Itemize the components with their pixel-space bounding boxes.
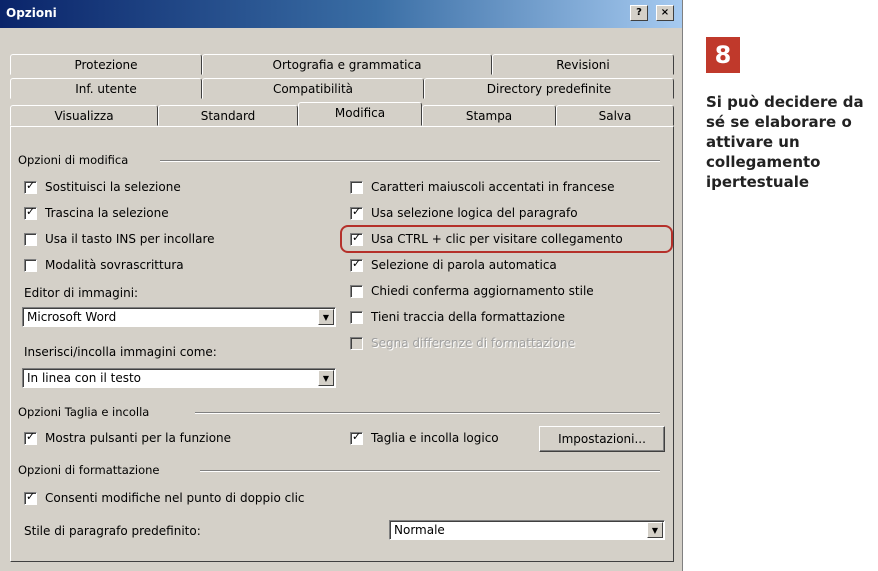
- checkbox-selezione-parola[interactable]: Selezione di parola automatica: [350, 257, 557, 272]
- checkbox-box[interactable]: [350, 180, 363, 194]
- checkbox-doppio-clic[interactable]: Consenti modifiche nel punto di doppio c…: [24, 490, 305, 505]
- checkbox-box[interactable]: [24, 258, 37, 272]
- checkbox-segna-differenze: Segna differenze di formattazione: [350, 336, 575, 350]
- checkbox-label: Usa selezione logica del paragrafo: [371, 206, 578, 220]
- checkbox-label: Mostra pulsanti per la funzione: [45, 431, 232, 445]
- editor-value: Microsoft Word: [27, 310, 117, 324]
- checkbox-box[interactable]: [350, 257, 363, 272]
- insert-label: Inserisci/incolla immagini come:: [24, 345, 217, 359]
- editor-label: Editor di immagini:: [24, 286, 139, 300]
- tab-compatibilita[interactable]: Compatibilità: [202, 78, 424, 99]
- checkbox-box[interactable]: [350, 310, 363, 324]
- impostazioni-button[interactable]: Impostazioni...: [539, 426, 665, 452]
- chevron-down-icon[interactable]: ▼: [647, 522, 663, 538]
- close-button[interactable]: ×: [656, 5, 674, 21]
- group-title-taglia: Opzioni Taglia e incolla: [18, 405, 150, 419]
- stile-paragrafo-select[interactable]: Normale ▼: [389, 520, 665, 540]
- help-button[interactable]: ?: [630, 5, 648, 21]
- callout-text: Si può decidere da sé se elaborare o att…: [706, 93, 864, 191]
- group-title-formattazione: Opzioni di formattazione: [18, 463, 160, 477]
- tab-row-1: Protezione Ortografia e grammatica Revis…: [10, 54, 674, 75]
- checkbox-box[interactable]: [24, 205, 37, 220]
- checkbox-label: Tieni traccia della formattazione: [371, 310, 566, 324]
- checkbox-box[interactable]: [24, 490, 37, 505]
- tab-directory[interactable]: Directory predefinite: [424, 78, 674, 99]
- checkbox-selezione-paragrafo[interactable]: Usa selezione logica del paragrafo: [350, 205, 578, 220]
- chevron-down-icon[interactable]: ▼: [318, 309, 334, 325]
- chevron-down-icon[interactable]: ▼: [318, 370, 334, 386]
- group-divider: [200, 470, 660, 472]
- tab-row-3: Visualizza Standard Modifica Stampa Salv…: [10, 102, 674, 126]
- checkbox-box[interactable]: [24, 232, 37, 246]
- tab-standard[interactable]: Standard: [158, 105, 298, 126]
- tab-ortografia[interactable]: Ortografia e grammatica: [202, 54, 492, 75]
- checkbox-maiuscoli-francese[interactable]: Caratteri maiuscoli accentati in frances…: [350, 180, 615, 194]
- checkbox-label: Trascina la selezione: [45, 206, 169, 220]
- checkbox-traccia-formattazione[interactable]: Tieni traccia della formattazione: [350, 310, 565, 324]
- checkbox-label: Caratteri maiuscoli accentati in frances…: [371, 180, 615, 194]
- group-divider: [160, 160, 660, 162]
- dialog-title: Opzioni: [6, 6, 57, 20]
- checkbox-label: Usa il tasto INS per incollare: [45, 232, 215, 246]
- tab-protezione[interactable]: Protezione: [10, 54, 202, 75]
- tab-visualizza[interactable]: Visualizza: [10, 105, 158, 126]
- title-bar: Opzioni ? ×: [0, 0, 682, 28]
- checkbox-mostra-pulsanti[interactable]: Mostra pulsanti per la funzione: [24, 430, 232, 445]
- tab-row-2: Inf. utente Compatibilità Directory pred…: [10, 78, 674, 99]
- checkbox-box[interactable]: [24, 430, 37, 445]
- checkbox-label: Chiedi conferma aggiornamento stile: [371, 284, 594, 298]
- checkbox-label: Selezione di parola automatica: [371, 258, 557, 272]
- callout-number: 8: [706, 37, 740, 73]
- editor-select[interactable]: Microsoft Word ▼: [22, 307, 336, 327]
- checkbox-label: Sostituisci la selezione: [45, 180, 181, 194]
- insert-value: In linea con il testo: [27, 371, 142, 385]
- checkbox-sovrascrittura[interactable]: Modalità sovrascrittura: [24, 258, 184, 272]
- highlight-outline: [340, 225, 673, 253]
- group-title-modifica: Opzioni di modifica: [18, 153, 129, 167]
- stile-paragrafo-label: Stile di paragrafo predefinito:: [24, 524, 201, 538]
- tab-stampa[interactable]: Stampa: [422, 105, 556, 126]
- tab-revisioni[interactable]: Revisioni: [492, 54, 674, 75]
- checkbox-ins-incolla[interactable]: Usa il tasto INS per incollare: [24, 232, 215, 246]
- tab-salva[interactable]: Salva: [556, 105, 674, 126]
- checkbox-taglia-logico[interactable]: Taglia e incolla logico: [350, 430, 499, 445]
- insert-select[interactable]: In linea con il testo ▼: [22, 368, 336, 388]
- checkbox-label: Taglia e incolla logico: [371, 431, 499, 445]
- checkbox-conferma-stile[interactable]: Chiedi conferma aggiornamento stile: [350, 284, 594, 298]
- tab-modifica[interactable]: Modifica: [298, 102, 422, 126]
- checkbox-label: Modalità sovrascrittura: [45, 258, 184, 272]
- checkbox-trascina[interactable]: Trascina la selezione: [24, 205, 169, 220]
- checkbox-label: Segna differenze di formattazione: [371, 336, 575, 350]
- group-divider: [195, 412, 660, 414]
- checkbox-box[interactable]: [24, 179, 37, 194]
- tab-inf-utente[interactable]: Inf. utente: [10, 78, 202, 99]
- checkbox-box[interactable]: [350, 205, 363, 220]
- checkbox-box[interactable]: [350, 284, 363, 298]
- checkbox-sostituisci[interactable]: Sostituisci la selezione: [24, 179, 181, 194]
- checkbox-label: Consenti modifiche nel punto di doppio c…: [45, 491, 305, 505]
- checkbox-box[interactable]: [350, 430, 363, 445]
- stile-paragrafo-value: Normale: [394, 523, 445, 537]
- options-dialog: Opzioni ? × Protezione Ortografia e gram…: [0, 0, 683, 571]
- checkbox-box: [350, 336, 363, 350]
